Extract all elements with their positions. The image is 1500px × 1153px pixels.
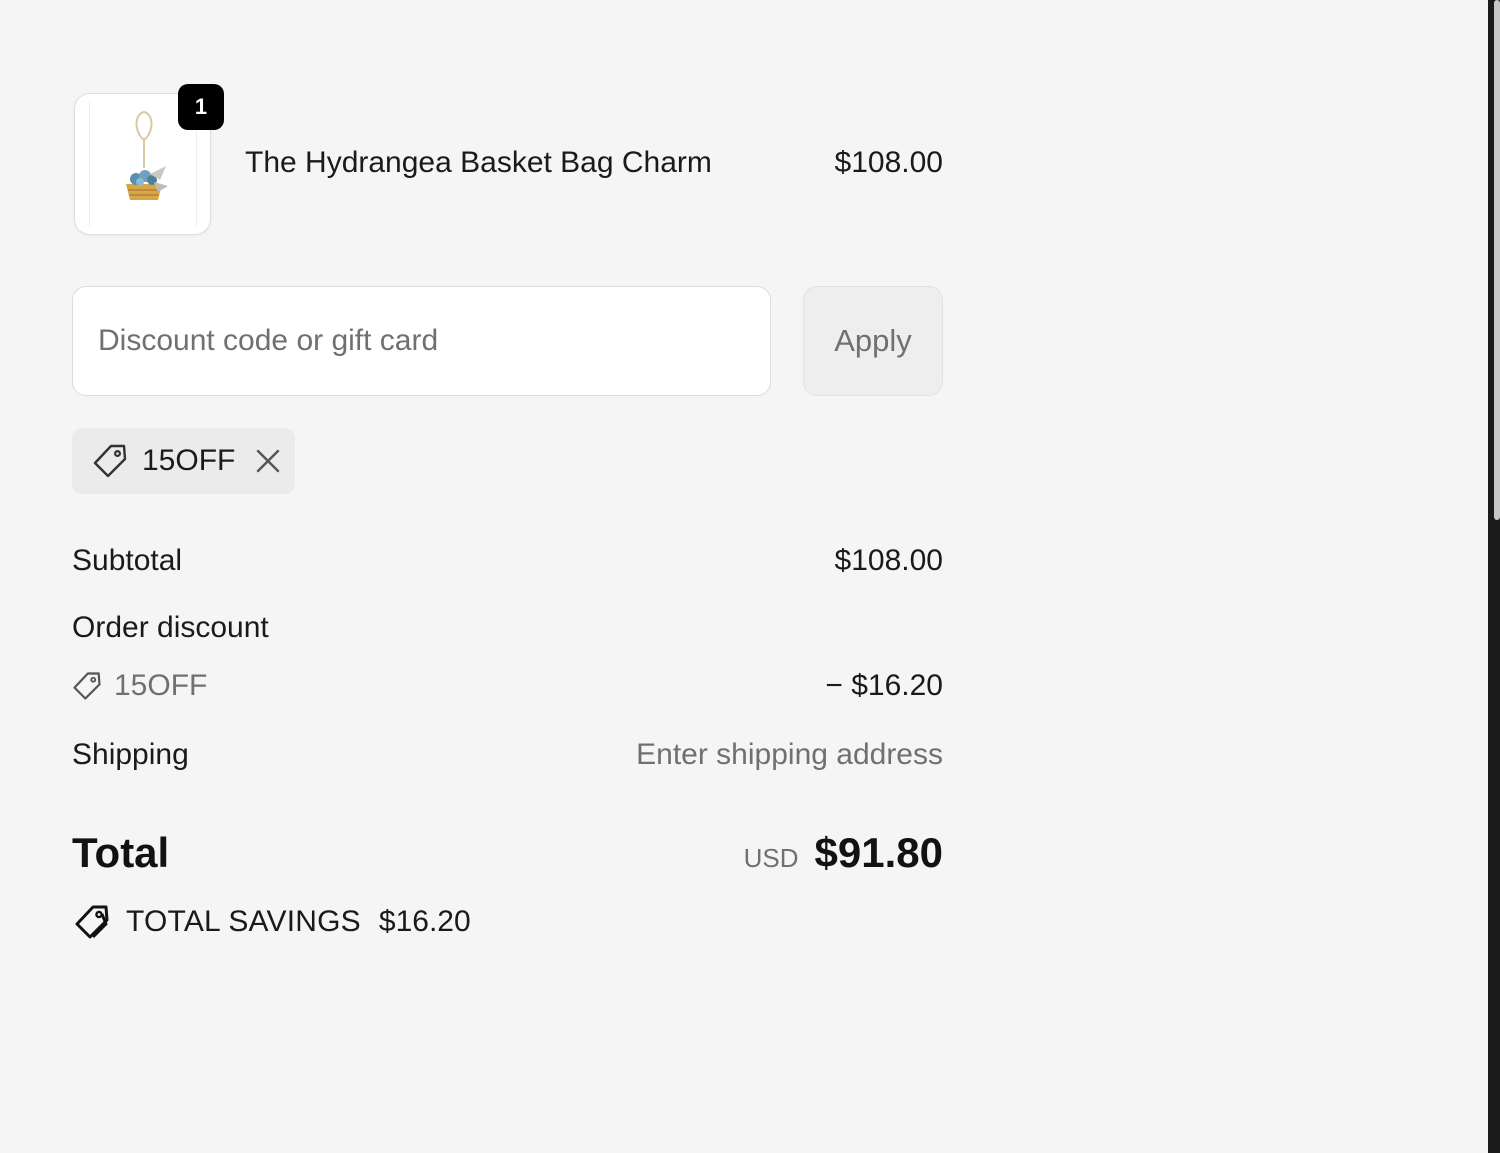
checkout-order-summary-page: 1 The Hydrangea Basket Bag Charm $108.00… bbox=[0, 0, 1500, 1153]
shipping-row: Shipping Enter shipping address bbox=[72, 738, 943, 778]
tag-icon bbox=[72, 671, 102, 701]
discount-value: − $16.20 bbox=[825, 669, 943, 702]
savings-tag-icon bbox=[72, 902, 112, 942]
subtotal-label: Subtotal bbox=[72, 544, 183, 577]
total-amount-group: USD $91.80 bbox=[744, 829, 943, 877]
discount-form: Apply bbox=[72, 286, 943, 396]
product-name: The Hydrangea Basket Bag Charm bbox=[245, 146, 712, 179]
total-savings: TOTAL SAVINGS $16.20 bbox=[72, 900, 471, 944]
product-price: $108.00 bbox=[834, 146, 943, 179]
discount-code-input[interactable] bbox=[72, 286, 771, 396]
discount-code-label: 15OFF bbox=[114, 669, 208, 702]
total-amount: $91.80 bbox=[814, 829, 943, 876]
discount-code-row: 15OFF − $16.20 bbox=[72, 669, 943, 709]
tag-icon bbox=[92, 443, 128, 479]
quantity-badge: 1 bbox=[178, 84, 224, 130]
scrollbar-thumb[interactable] bbox=[1494, 0, 1500, 520]
subtotal-value: $108.00 bbox=[834, 544, 943, 577]
line-item: 1 The Hydrangea Basket Bag Charm $108.00 bbox=[72, 84, 943, 235]
shipping-label: Shipping bbox=[72, 738, 189, 771]
discount-code: 15OFF bbox=[72, 669, 207, 703]
total-savings-label: TOTAL SAVINGS bbox=[126, 905, 361, 938]
subtotal-row: Subtotal $108.00 bbox=[72, 544, 943, 584]
order-discount-row: Order discount bbox=[72, 611, 943, 651]
order-discount-label: Order discount bbox=[72, 611, 269, 644]
total-label: Total bbox=[72, 829, 170, 876]
apply-button[interactable]: Apply bbox=[803, 286, 943, 396]
applied-code-label: 15OFF bbox=[142, 444, 236, 477]
total-row: Total USD $91.80 bbox=[72, 829, 943, 879]
total-savings-value: $16.20 bbox=[378, 905, 471, 938]
order-summary: 1 The Hydrangea Basket Bag Charm $108.00… bbox=[72, 84, 943, 939]
applied-discount-chip: 15OFF bbox=[72, 428, 295, 494]
close-icon[interactable] bbox=[253, 446, 283, 476]
shipping-value: Enter shipping address bbox=[636, 738, 943, 771]
currency-code: USD bbox=[743, 843, 799, 873]
